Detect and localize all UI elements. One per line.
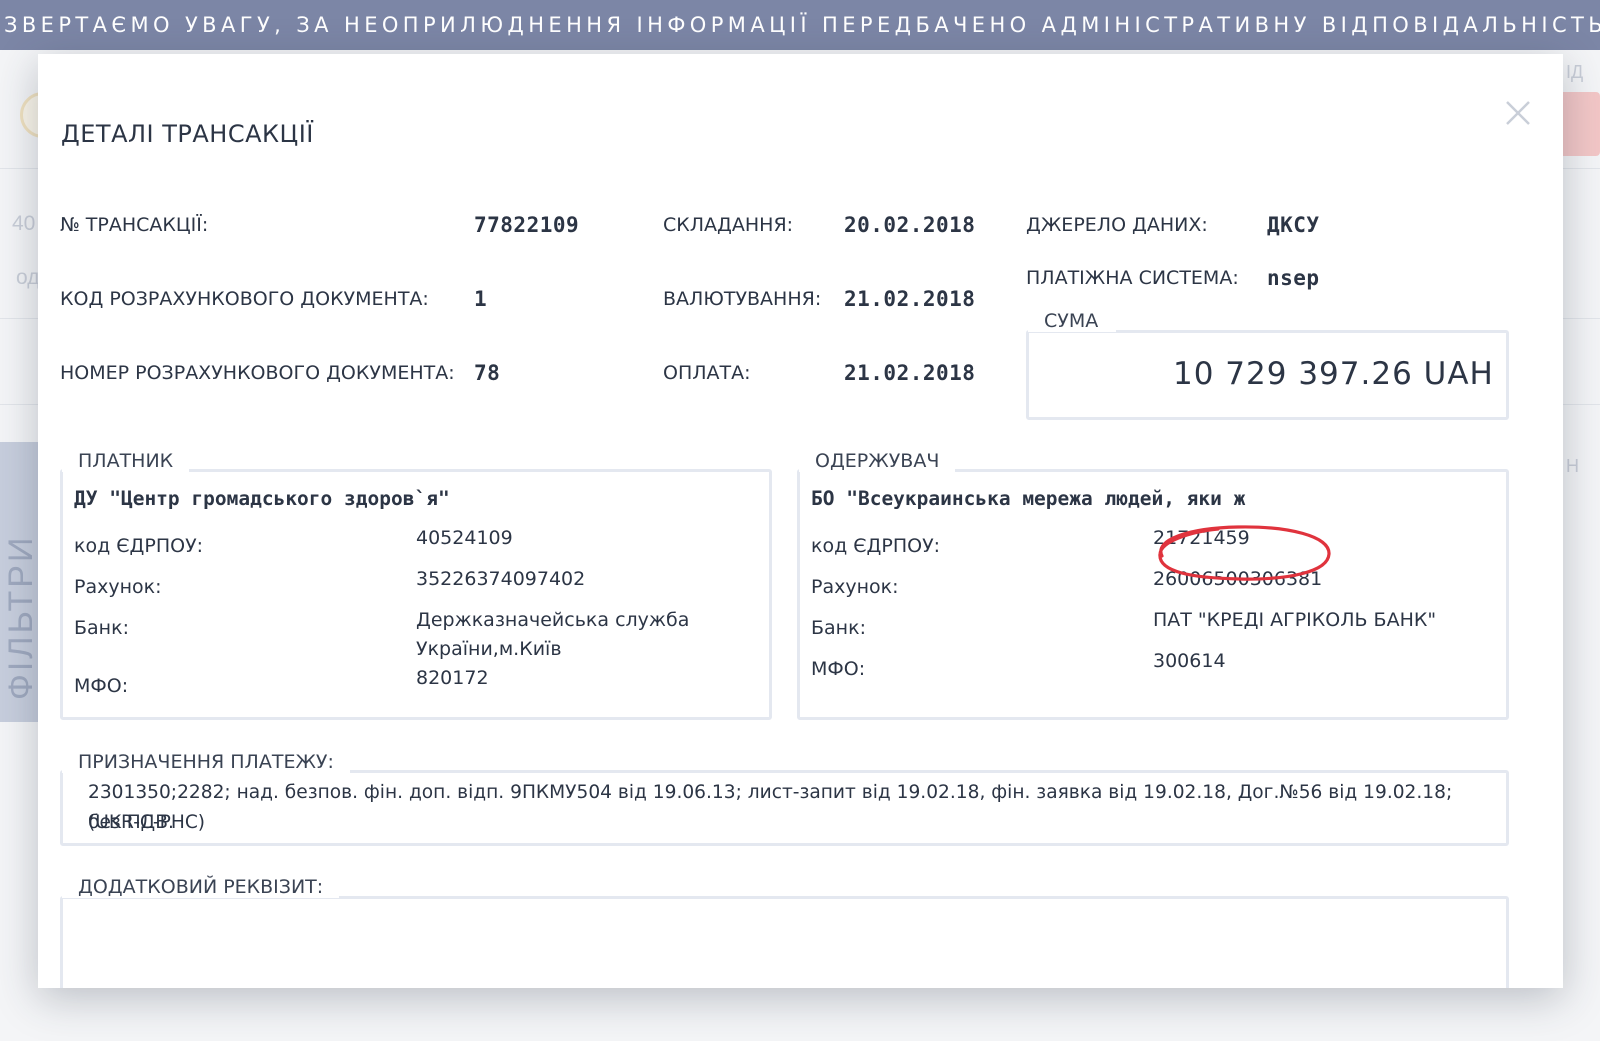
transaction-number-label: № ТРАНСАКЦІЇ: — [60, 214, 209, 236]
sum-amount: 10 729 397.26 UAH — [1173, 356, 1494, 392]
payer-mfo-value: 820172 — [416, 667, 489, 689]
data-source-value: ДКСУ — [1267, 213, 1320, 237]
payer-account-label: Рахунок: — [74, 576, 162, 598]
payment-purpose-legend: ПРИЗНАЧЕННЯ ПЛАТЕЖУ: — [62, 751, 350, 773]
payer-bank-line2: України,м.Київ — [416, 638, 562, 660]
receiver-account-label: Рахунок: — [811, 576, 899, 598]
payer-mfo-label: МФО: — [74, 675, 129, 697]
sum-legend: СУМА — [1028, 310, 1117, 332]
background-hint: ІД — [1566, 62, 1584, 82]
additional-requisite-legend: ДОДАТКОВИЙ РЕКВІЗИТ: — [62, 876, 340, 898]
receiver-bank-value: ПАТ "КРЕДІ АГРІКОЛЬ БАНК" — [1153, 609, 1437, 631]
receiver-bank-label: Банк: — [811, 617, 866, 639]
doc-code-label: КОД РОЗРАХУНКОВОГО ДОКУМЕНТА: — [60, 288, 429, 310]
payment-date-label: ОПЛАТА: — [663, 362, 751, 384]
data-source-label: ДЖЕРЕЛО ДАНИХ: — [1026, 214, 1208, 236]
payer-name: ДУ "Центр громадського здоров`я" — [74, 487, 450, 510]
payment-system-value: nsep — [1267, 266, 1320, 290]
close-icon — [1506, 101, 1530, 125]
compiled-date-label: СКЛАДАННЯ: — [663, 214, 794, 236]
doc-number-label: НОМЕР РОЗРАХУНКОВОГО ДОКУМЕНТА: — [60, 362, 455, 384]
receiver-legend: ОДЕРЖУВАЧ — [799, 450, 956, 472]
warning-banner: ЗВЕРТАЄМО УВАГУ, ЗА НЕОПРИЛЮДНЕННЯ ІНФОР… — [0, 0, 1600, 50]
compiled-date-value: 20.02.2018 — [844, 213, 976, 237]
value-date-label: ВАЛЮТУВАННЯ: — [663, 288, 822, 310]
receiver-name: БО "Всеукраинська мережа людей, яки ж — [811, 487, 1246, 510]
doc-code-value: 1 — [474, 287, 488, 311]
modal-title: ДЕТАЛІ ТРАНСАКЦІЇ — [61, 120, 314, 148]
background-number: 40 — [12, 212, 36, 235]
additional-requisite-box — [60, 896, 1509, 988]
receiver-account-value: 26006500306381 — [1153, 568, 1323, 590]
payment-purpose-line2: без ПДВ. — [88, 812, 174, 833]
payer-edrpou-value: 40524109 — [416, 527, 513, 549]
receiver-edrpou-value: 21721459 — [1153, 527, 1250, 549]
value-date-value: 21.02.2018 — [844, 287, 976, 311]
payer-bank-line1: Держказначейська служба — [416, 609, 690, 631]
background-hint-char: Н — [1566, 456, 1579, 476]
payer-bank-label: Банк: — [74, 617, 129, 639]
background-text: од — [16, 266, 40, 289]
transaction-number-value: 77822109 — [474, 213, 580, 237]
close-button[interactable] — [1503, 98, 1533, 128]
receiver-edrpou-label: код ЄДРПОУ: — [811, 535, 941, 557]
receiver-mfo-value: 300614 — [1153, 650, 1226, 672]
filters-panel-label: ФІЛЬТРИ — [2, 534, 40, 700]
receiver-mfo-label: МФО: — [811, 658, 866, 680]
payer-account-value: 35226374097402 — [416, 568, 586, 590]
transaction-details-modal: ДЕТАЛІ ТРАНСАКЦІЇ № ТРАНСАКЦІЇ: 77822109… — [38, 54, 1563, 988]
payer-edrpou-label: код ЄДРПОУ: — [74, 535, 204, 557]
payment-date-value: 21.02.2018 — [844, 361, 976, 385]
payer-legend: ПЛАТНИК — [62, 450, 190, 472]
doc-number-value: 78 — [474, 361, 501, 385]
payment-system-label: ПЛАТІЖНА СИСТЕМА: — [1026, 267, 1239, 289]
